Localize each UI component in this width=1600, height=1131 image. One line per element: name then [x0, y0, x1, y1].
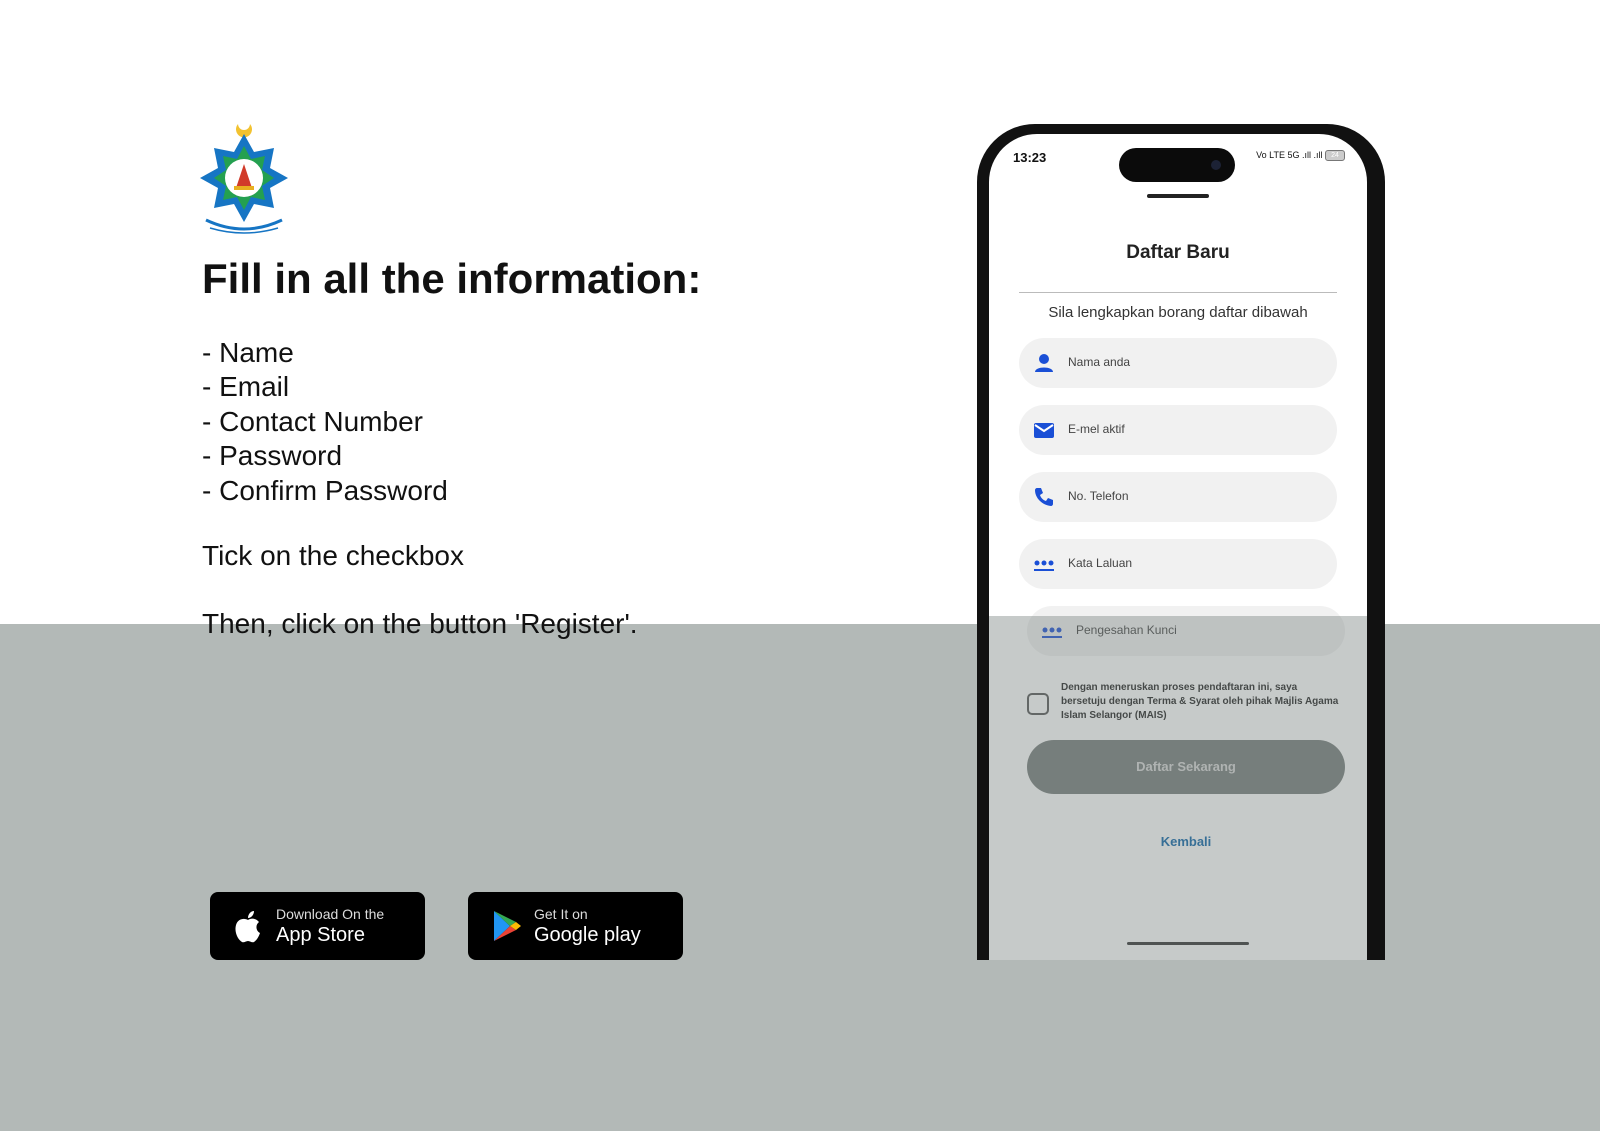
- camera-dot: [1211, 160, 1221, 170]
- confirm-password-field[interactable]: Pengesahan Kunci: [1027, 606, 1345, 656]
- register-button[interactable]: Daftar Sekarang: [1027, 740, 1345, 794]
- google-play-button[interactable]: Get It on Google play: [468, 892, 683, 960]
- status-icons: Vo LTE 5G .ıll .ıll 24: [1256, 150, 1345, 162]
- terms-checkbox[interactable]: [1027, 693, 1049, 715]
- battery-icon: 24: [1325, 150, 1345, 162]
- phone-icon: [1033, 487, 1055, 507]
- name-placeholder: Nama anda: [1068, 355, 1131, 369]
- phone-mockup: 13:23 Vo LTE 5G .ıll .ıll 24 Daftar Baru…: [977, 124, 1385, 960]
- password-field[interactable]: Kata Laluan: [1019, 539, 1337, 589]
- field-list-item: - Password: [202, 440, 343, 472]
- register-title: Daftar Baru: [1126, 242, 1230, 263]
- password-placeholder: Kata Laluan: [1068, 556, 1133, 570]
- password-icon: [1041, 621, 1063, 641]
- page-heading: Fill in all the information:: [202, 255, 702, 302]
- screen-handle: [1147, 194, 1209, 198]
- field-list: - Name - Email - Contact Number - Passwo…: [202, 336, 448, 508]
- title-divider: [1019, 292, 1337, 293]
- dynamic-island: [1119, 148, 1235, 182]
- mail-icon: [1033, 420, 1055, 440]
- tick-instruction: Tick on the checkbox: [202, 540, 464, 571]
- register-instruction: Then, click on the button 'Register'.: [202, 608, 638, 639]
- apple-icon: [232, 909, 264, 943]
- password-icon: [1033, 554, 1055, 574]
- person-icon: [1033, 353, 1055, 373]
- app-store-button[interactable]: Download On the App Store: [210, 892, 425, 960]
- app-store-small-label: Download On the: [276, 906, 385, 922]
- field-list-item: - Name: [202, 337, 294, 368]
- google-play-icon: [490, 909, 522, 943]
- phone-field[interactable]: No. Telefon: [1019, 472, 1337, 522]
- terms-text: Dengan meneruskan proses pendaftaran ini…: [1061, 682, 1339, 721]
- name-field[interactable]: Nama anda: [1019, 338, 1337, 388]
- confirm-password-placeholder: Pengesahan Kunci: [1076, 623, 1177, 637]
- phone-placeholder: No. Telefon: [1068, 489, 1129, 503]
- email-field[interactable]: E-mel aktif: [1019, 405, 1337, 455]
- field-list-item: - Contact Number: [202, 405, 423, 437]
- register-subtitle: Sila lengkapkan borang daftar dibawah: [1048, 304, 1308, 321]
- back-link[interactable]: Kembali: [989, 834, 1367, 849]
- google-play-label: Google play: [534, 924, 641, 946]
- phone-screen: 13:23 Vo LTE 5G .ıll .ıll 24 Daftar Baru…: [989, 134, 1367, 960]
- email-placeholder: E-mel aktif: [1068, 422, 1125, 436]
- field-list-item: - Confirm Password: [202, 474, 448, 506]
- status-time: 13:23: [1013, 150, 1047, 165]
- mais-logo: [200, 118, 288, 238]
- google-play-small-label: Get It on: [534, 906, 588, 922]
- app-store-label: App Store: [276, 924, 365, 946]
- field-list-item: - Email: [202, 371, 290, 403]
- signal-icon: Vo LTE 5G .ıll .ıll: [1256, 150, 1323, 160]
- home-indicator: [1127, 942, 1249, 945]
